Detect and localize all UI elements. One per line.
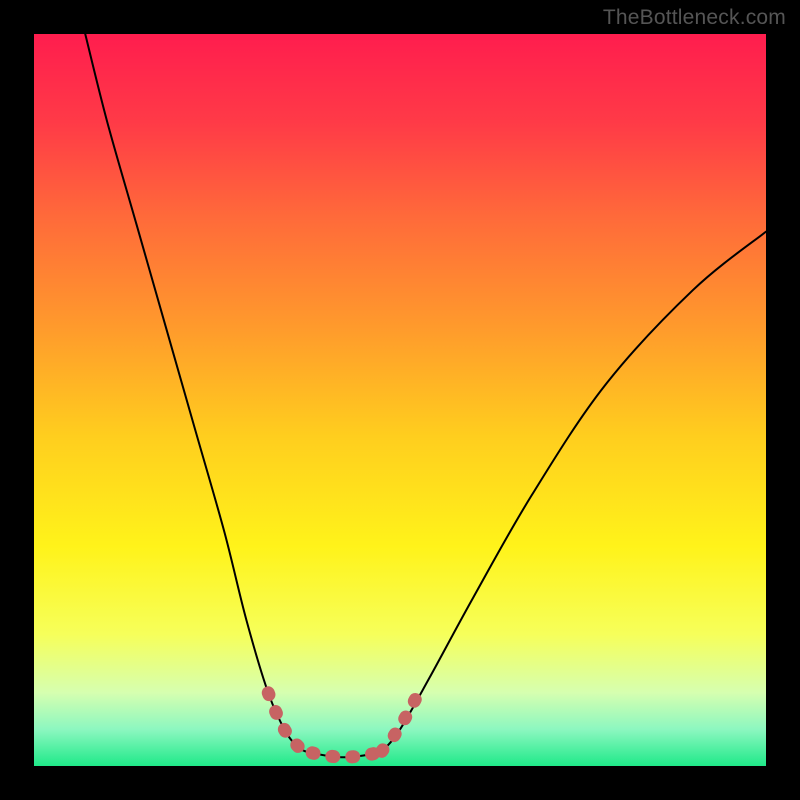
bottleneck-chart [34, 34, 766, 766]
plot-area [34, 34, 766, 766]
outer-black-frame: TheBottleneck.com [0, 0, 800, 800]
gradient-background [34, 34, 766, 766]
watermark-text: TheBottleneck.com [603, 6, 786, 30]
